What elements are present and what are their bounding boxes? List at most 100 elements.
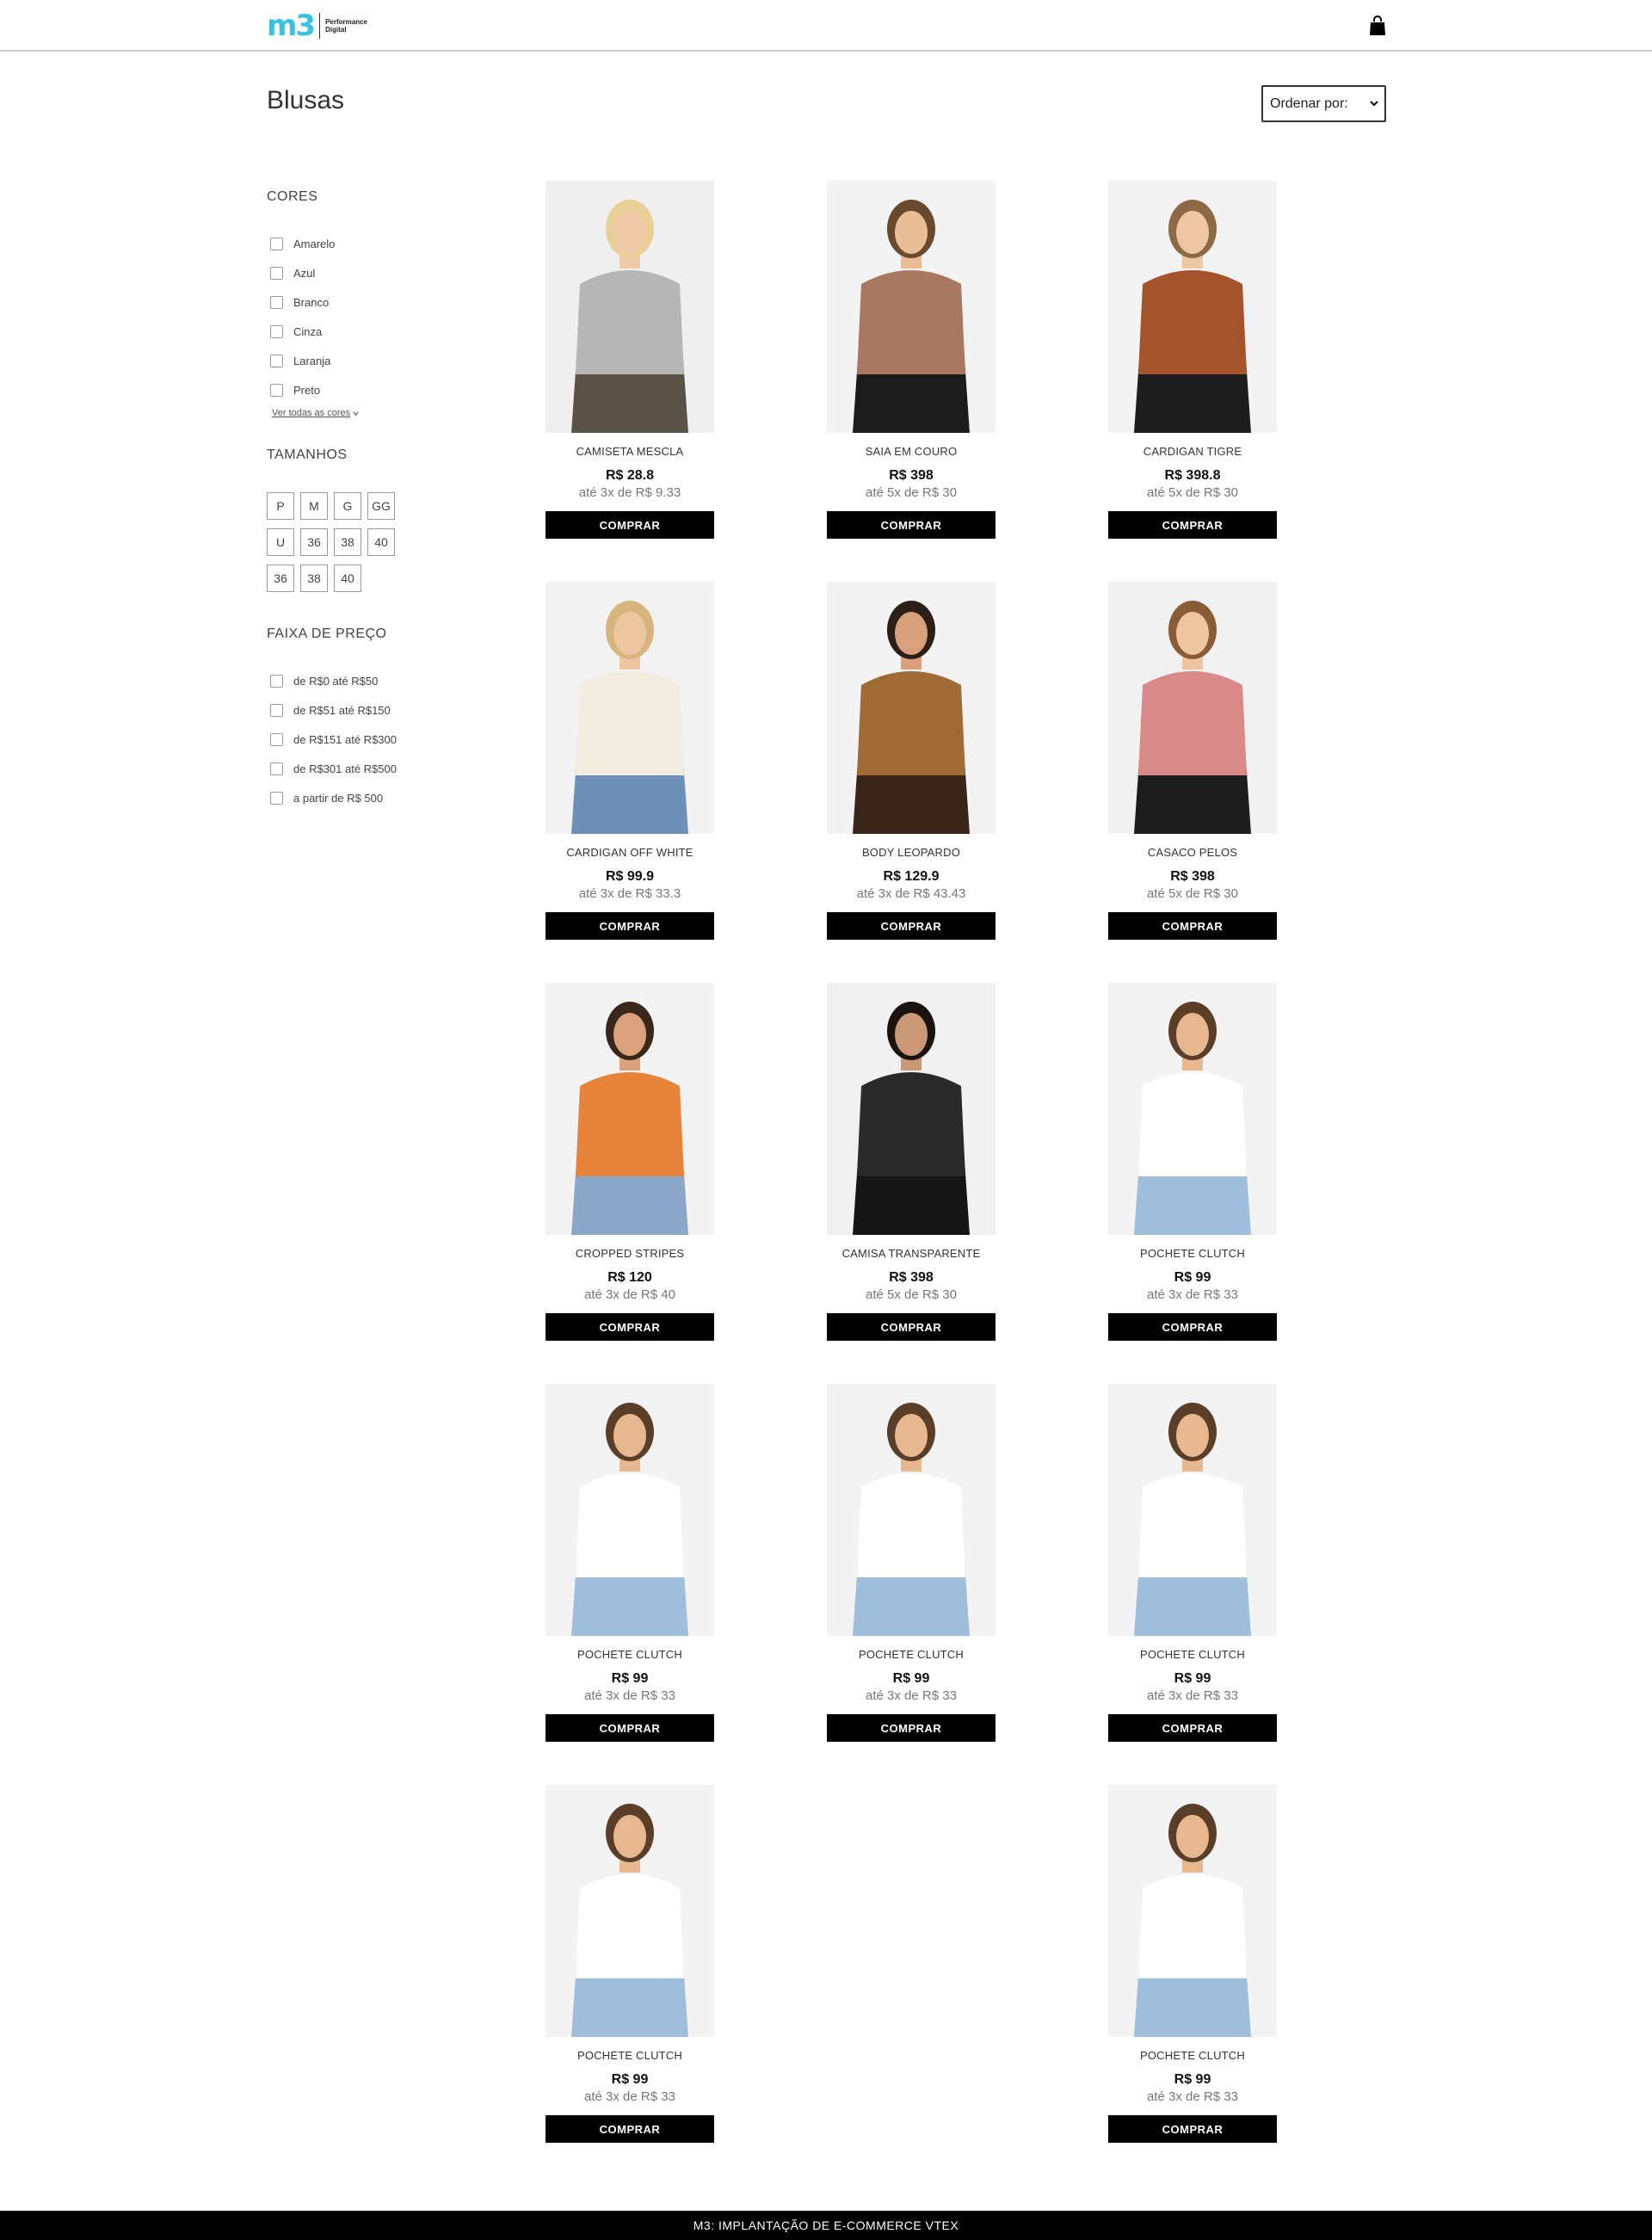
product-image[interactable] bbox=[546, 582, 714, 834]
color-option[interactable]: Cinza bbox=[267, 317, 473, 346]
product-card[interactable]: CARDIGAN OFF WHITE R$ 99.9 até 3x de R$ 33… bbox=[546, 582, 714, 940]
size-option[interactable]: G bbox=[334, 492, 361, 520]
checkbox[interactable] bbox=[270, 732, 283, 746]
checkbox[interactable] bbox=[270, 791, 283, 805]
buy-button[interactable]: COMPRAR bbox=[546, 1313, 714, 1341]
logo[interactable]: m3 Performance Digital bbox=[267, 11, 367, 40]
shopping-bag-icon[interactable] bbox=[1369, 15, 1386, 36]
product-image[interactable] bbox=[827, 983, 996, 1235]
product-name[interactable]: CARDIGAN TIGRE bbox=[1108, 445, 1277, 458]
buy-button[interactable]: COMPRAR bbox=[1108, 1714, 1277, 1742]
price-option[interactable]: de R$0 até R$50 bbox=[267, 666, 473, 695]
buy-button[interactable]: COMPRAR bbox=[1108, 1313, 1277, 1341]
product-name[interactable]: CAMISA TRANSPARENTE bbox=[827, 1247, 996, 1260]
product-card[interactable]: CARDIGAN TIGRE R$ 398.8 até 5x de R$ 30 COM… bbox=[1108, 181, 1277, 539]
buy-button[interactable]: COMPRAR bbox=[827, 511, 996, 539]
see-all-colors-label: Ver todas as cores bbox=[272, 408, 351, 418]
buy-button[interactable]: COMPRAR bbox=[1108, 2115, 1277, 2143]
product-image[interactable] bbox=[1108, 1785, 1277, 2037]
product-image[interactable] bbox=[1108, 181, 1277, 433]
product-name[interactable]: CARDIGAN OFF WHITE bbox=[546, 846, 714, 859]
product-name[interactable]: POCHETE CLUTCH bbox=[546, 2049, 714, 2062]
product-image[interactable] bbox=[546, 181, 714, 433]
checkbox[interactable] bbox=[270, 324, 283, 338]
product-card[interactable]: CAMISA TRANSPARENTE R$ 398 até 5x de R$ 30… bbox=[827, 983, 996, 1341]
product-name[interactable]: POCHETE CLUTCH bbox=[1108, 2049, 1277, 2062]
product-installments: até 3x de R$ 33 bbox=[584, 1688, 675, 1703]
product-installments: até 5x de R$ 30 bbox=[866, 1287, 957, 1302]
color-option[interactable]: Amarelo bbox=[267, 229, 473, 258]
checkbox[interactable] bbox=[270, 295, 283, 309]
color-option-label: Azul bbox=[293, 266, 316, 280]
product-name[interactable]: CAMISETA MESCLA bbox=[546, 445, 714, 458]
buy-button[interactable]: COMPRAR bbox=[827, 1714, 996, 1742]
product-image[interactable] bbox=[546, 983, 714, 1235]
checkbox[interactable] bbox=[270, 674, 283, 688]
product-price: R$ 99 bbox=[1174, 1671, 1211, 1686]
color-option[interactable]: Branco bbox=[267, 287, 473, 317]
product-card[interactable]: POCHETE CLUTCH R$ 99 até 3x de R$ 33 COMPRA… bbox=[1108, 1785, 1277, 2143]
size-option[interactable]: 36 bbox=[300, 528, 328, 556]
product-name[interactable]: POCHETE CLUTCH bbox=[827, 1648, 996, 1661]
size-option[interactable]: 38 bbox=[334, 528, 361, 556]
product-image[interactable] bbox=[546, 1384, 714, 1636]
size-option[interactable]: 36 bbox=[267, 565, 294, 592]
size-option[interactable]: GG bbox=[367, 492, 395, 520]
size-option[interactable]: M bbox=[300, 492, 328, 520]
product-card[interactable]: SAIA EM COURO R$ 398 até 5x de R$ 30 COMPRA… bbox=[827, 181, 996, 539]
price-option[interactable]: de R$151 até R$300 bbox=[267, 725, 473, 754]
size-option[interactable]: 38 bbox=[300, 565, 328, 592]
buy-button[interactable]: COMPRAR bbox=[546, 511, 714, 539]
checkbox[interactable] bbox=[270, 703, 283, 717]
buy-button[interactable]: COMPRAR bbox=[546, 912, 714, 940]
product-installments: até 3x de R$ 33 bbox=[866, 1688, 957, 1703]
buy-button[interactable]: COMPRAR bbox=[827, 912, 996, 940]
sort-select-label: Ordenar por: bbox=[1270, 96, 1348, 111]
product-card[interactable]: POCHETE CLUTCH R$ 99 até 3x de R$ 33 COMPRA… bbox=[546, 1785, 714, 2143]
product-card[interactable]: CROPPED STRIPES R$ 120 até 3x de R$ 40 COMP… bbox=[546, 983, 714, 1341]
price-option[interactable]: a partir de R$ 500 bbox=[267, 783, 473, 812]
product-name[interactable]: POCHETE CLUTCH bbox=[1108, 1247, 1277, 1260]
product-name[interactable]: SAIA EM COURO bbox=[827, 445, 996, 458]
product-name[interactable]: BODY LEOPARDO bbox=[827, 846, 996, 859]
size-option[interactable]: 40 bbox=[367, 528, 395, 556]
buy-button[interactable]: COMPRAR bbox=[1108, 912, 1277, 940]
product-card[interactable]: POCHETE CLUTCH R$ 99 até 3x de R$ 33 COMPRA… bbox=[827, 1384, 996, 1742]
product-image[interactable] bbox=[1108, 1384, 1277, 1636]
product-name[interactable]: CROPPED STRIPES bbox=[546, 1247, 714, 1260]
product-card[interactable]: CAMISETA MESCLA R$ 28.8 até 3x de R$ 9.33 C… bbox=[546, 181, 714, 539]
product-card[interactable]: POCHETE CLUTCH R$ 99 até 3x de R$ 33 COMPRA… bbox=[546, 1384, 714, 1742]
color-option[interactable]: Laranja bbox=[267, 346, 473, 375]
product-image[interactable] bbox=[546, 1785, 714, 2037]
product-name[interactable]: CASACO PELOS bbox=[1108, 846, 1277, 859]
sort-select[interactable]: Ordenar por: bbox=[1261, 85, 1386, 122]
product-image[interactable] bbox=[1108, 983, 1277, 1235]
product-image[interactable] bbox=[827, 181, 996, 433]
checkbox[interactable] bbox=[270, 762, 283, 775]
product-image[interactable] bbox=[827, 582, 996, 834]
checkbox[interactable] bbox=[270, 354, 283, 367]
color-option[interactable]: Preto bbox=[267, 375, 473, 404]
size-option[interactable]: P bbox=[267, 492, 294, 520]
product-card[interactable]: POCHETE CLUTCH R$ 99 até 3x de R$ 33 COMPRA… bbox=[1108, 1384, 1277, 1742]
product-image[interactable] bbox=[1108, 582, 1277, 834]
checkbox[interactable] bbox=[270, 383, 283, 397]
product-name[interactable]: POCHETE CLUTCH bbox=[546, 1648, 714, 1661]
product-name[interactable]: POCHETE CLUTCH bbox=[1108, 1648, 1277, 1661]
price-option[interactable]: de R$301 até R$500 bbox=[267, 754, 473, 783]
checkbox[interactable] bbox=[270, 237, 283, 250]
buy-button[interactable]: COMPRAR bbox=[546, 1714, 714, 1742]
buy-button[interactable]: COMPRAR bbox=[1108, 511, 1277, 539]
size-option[interactable]: 40 bbox=[334, 565, 361, 592]
buy-button[interactable]: COMPRAR bbox=[827, 1313, 996, 1341]
buy-button[interactable]: COMPRAR bbox=[546, 2115, 714, 2143]
size-option[interactable]: U bbox=[267, 528, 294, 556]
price-option[interactable]: de R$51 até R$150 bbox=[267, 695, 473, 725]
product-image[interactable] bbox=[827, 1384, 996, 1636]
product-card[interactable]: POCHETE CLUTCH R$ 99 até 3x de R$ 33 COMPRA… bbox=[1108, 983, 1277, 1341]
checkbox[interactable] bbox=[270, 266, 283, 280]
product-card[interactable]: BODY LEOPARDO R$ 129.9 até 3x de R$ 43.43 C… bbox=[827, 582, 996, 940]
see-all-colors-link[interactable]: Ver todas as cores bbox=[272, 408, 360, 418]
color-option[interactable]: Azul bbox=[267, 258, 473, 287]
product-card[interactable]: CASACO PELOS R$ 398 até 5x de R$ 30 COMPRAR bbox=[1108, 582, 1277, 940]
